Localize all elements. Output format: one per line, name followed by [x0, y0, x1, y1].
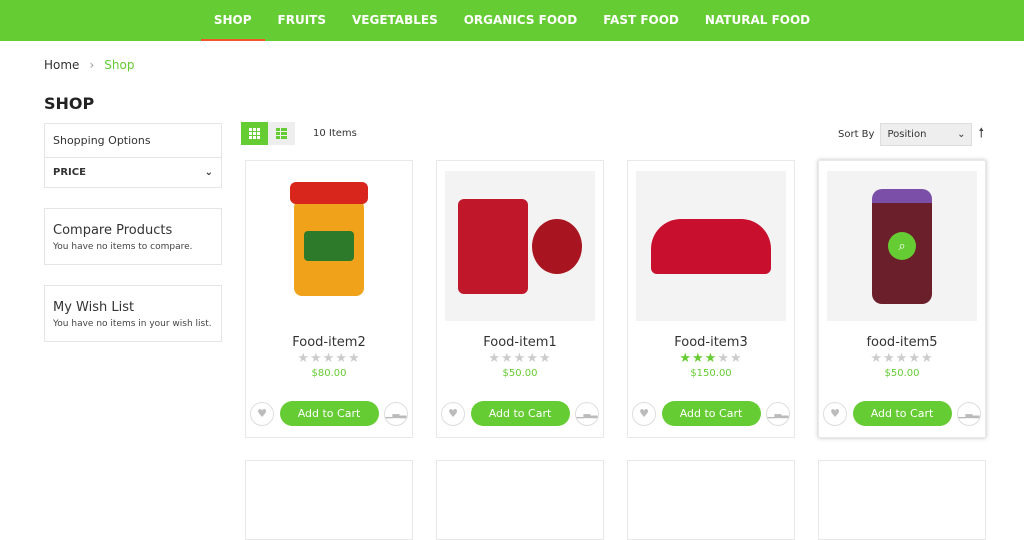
- toolbar: 10 Items: [241, 122, 357, 145]
- nav-natural-food[interactable]: NATURAL FOOD: [692, 0, 823, 41]
- product-card[interactable]: Food-item1 ★★★★★ $50.00 ♥ Add to Cart ▁▃…: [436, 160, 604, 438]
- sort-direction-arrow-icon[interactable]: 🠕: [978, 124, 984, 146]
- compare-text: You have no items to compare.: [53, 242, 193, 252]
- sort-label: Sort By: [838, 129, 875, 140]
- product-price: $50.00: [884, 368, 920, 379]
- add-to-cart-button[interactable]: Add to Cart: [470, 401, 570, 426]
- wish-list: My Wish List You have no items in your w…: [44, 285, 222, 342]
- compare-button[interactable]: ▁▃▂: [766, 401, 790, 426]
- product-card[interactable]: Food-item2 ★★★★★ $80.00 ♥ Add to Cart ▁▃…: [245, 160, 413, 438]
- product-name[interactable]: Food-item1: [437, 335, 603, 350]
- price-filter[interactable]: PRICE ⌄: [45, 157, 221, 187]
- product-name[interactable]: Food-item2: [246, 335, 412, 350]
- product-card[interactable]: [245, 460, 413, 540]
- product-card[interactable]: [627, 460, 795, 540]
- heart-icon: ♥: [830, 407, 840, 420]
- product-card[interactable]: ⌕ food-item5 ★★★★★ $50.00 ♥ Add to Cart …: [818, 160, 986, 438]
- list-view-button[interactable]: [268, 122, 295, 145]
- wishlist-button[interactable]: ♥: [441, 401, 465, 426]
- page-title: SHOP: [44, 94, 95, 113]
- rating-stars: ★★★★★: [488, 351, 552, 366]
- product-card[interactable]: [436, 460, 604, 540]
- wish-text: You have no items in your wish list.: [53, 319, 212, 329]
- heart-icon: ♥: [448, 407, 458, 420]
- bar-chart-icon: ▁▃▂: [385, 408, 407, 419]
- nav-fruits[interactable]: FRUITS: [265, 0, 339, 41]
- wishlist-button[interactable]: ♥: [823, 401, 847, 426]
- shopping-options: Shopping Options PRICE ⌄: [44, 123, 222, 188]
- compare-button[interactable]: ▁▃▂: [384, 401, 408, 426]
- sort-select[interactable]: Position ⌄: [880, 123, 973, 146]
- chevron-right-icon: ›: [89, 58, 95, 72]
- breadcrumb-current: Shop: [104, 58, 135, 72]
- product-image[interactable]: [250, 167, 408, 325]
- product-price: $150.00: [690, 368, 732, 379]
- heart-icon: ♥: [639, 407, 649, 420]
- add-to-cart-button[interactable]: Add to Cart: [852, 401, 952, 426]
- product-image[interactable]: [441, 167, 599, 325]
- product-image[interactable]: ⌕: [823, 167, 981, 325]
- chevron-down-icon: ⌄: [957, 129, 966, 140]
- product-name[interactable]: Food-item3: [628, 335, 794, 350]
- compare-title: Compare Products: [53, 223, 173, 238]
- main-nav: SHOP FRUITS VEGETABLES ORGANICS FOOD FAS…: [0, 0, 1024, 41]
- bar-chart-icon: ▁▃▂: [958, 408, 980, 419]
- sorter: Sort By Position ⌄ 🠕: [838, 123, 984, 146]
- add-to-cart-button[interactable]: Add to Cart: [279, 401, 379, 426]
- compare-button[interactable]: ▁▃▂: [957, 401, 981, 426]
- list-icon: [276, 128, 287, 139]
- rating-stars: ★★★★★: [679, 351, 743, 366]
- shopping-options-title: Shopping Options: [53, 134, 151, 147]
- bar-chart-icon: ▁▃▂: [767, 408, 789, 419]
- price-label: PRICE: [53, 167, 86, 178]
- grid-icon: [249, 128, 260, 139]
- product-price: $80.00: [311, 368, 347, 379]
- product-card[interactable]: [818, 460, 986, 540]
- sort-value: Position: [887, 129, 927, 140]
- add-to-cart-button[interactable]: Add to Cart: [661, 401, 761, 426]
- quick-view-search-button[interactable]: ⌕: [888, 232, 916, 260]
- grid-view-button[interactable]: [241, 122, 268, 145]
- item-count: 10 Items: [313, 128, 357, 139]
- wish-title: My Wish List: [53, 300, 135, 315]
- search-icon: ⌕: [898, 238, 906, 254]
- product-name[interactable]: food-item5: [819, 335, 985, 350]
- rating-stars: ★★★★★: [870, 351, 934, 366]
- wishlist-button[interactable]: ♥: [250, 401, 274, 426]
- chevron-down-icon: ⌄: [204, 167, 213, 178]
- heart-icon: ♥: [257, 407, 267, 420]
- nav-shop[interactable]: SHOP: [200, 0, 265, 41]
- bar-chart-icon: ▁▃▂: [576, 408, 598, 419]
- nav-organics-food[interactable]: ORGANICS FOOD: [451, 0, 591, 41]
- product-image[interactable]: [632, 167, 790, 325]
- breadcrumb: Home › Shop: [44, 58, 134, 72]
- compare-products: Compare Products You have no items to co…: [44, 208, 222, 265]
- breadcrumb-home[interactable]: Home: [44, 58, 79, 72]
- product-price: $50.00: [502, 368, 538, 379]
- wishlist-button[interactable]: ♥: [632, 401, 656, 426]
- compare-button[interactable]: ▁▃▂: [575, 401, 599, 426]
- product-card[interactable]: Food-item3 ★★★★★ $150.00 ♥ Add to Cart ▁…: [627, 160, 795, 438]
- rating-stars: ★★★★★: [297, 351, 361, 366]
- nav-fast-food[interactable]: FAST FOOD: [590, 0, 692, 41]
- nav-vegetables[interactable]: VEGETABLES: [339, 0, 451, 41]
